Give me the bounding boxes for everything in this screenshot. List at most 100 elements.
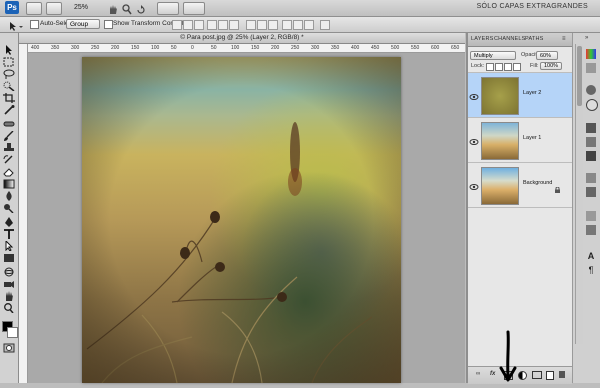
show-transform-checkbox[interactable] — [104, 20, 113, 29]
document-photo[interactable] — [82, 57, 401, 383]
brush-tool-icon[interactable] — [3, 131, 15, 141]
auto-select-checkbox[interactable] — [30, 20, 39, 29]
pen-tool-icon[interactable] — [3, 217, 15, 227]
actions-panel-icon[interactable] — [586, 187, 596, 197]
adjustment-layer-icon[interactable] — [518, 371, 527, 380]
eye-icon[interactable] — [469, 89, 479, 100]
paragraph-panel-icon[interactable]: ¶ — [586, 265, 596, 275]
healing-brush-tool-icon[interactable] — [3, 119, 15, 129]
quick-selection-tool-icon[interactable] — [3, 81, 15, 91]
auto-select-dropdown[interactable]: Group — [66, 19, 100, 29]
eyedropper-tool-icon[interactable] — [3, 105, 15, 115]
shape-tool-icon[interactable] — [3, 253, 15, 263]
zoom-tool-icon[interactable] — [3, 303, 15, 313]
crop-tool-icon[interactable] — [3, 93, 15, 103]
align-vcenter-icon[interactable] — [183, 20, 193, 30]
eye-icon[interactable] — [469, 134, 479, 145]
background-color-swatch[interactable] — [7, 327, 18, 338]
layer-name[interactable]: Background — [523, 180, 552, 186]
arrange-documents-icon[interactable] — [157, 2, 179, 15]
lock-transparency-icon[interactable] — [486, 63, 494, 71]
layers-panel-icon[interactable] — [586, 123, 596, 133]
align-left-icon[interactable] — [207, 20, 217, 30]
3d-camera-tool-icon[interactable] — [3, 279, 15, 289]
layer-name[interactable]: Layer 1 — [523, 135, 541, 141]
brush-panel-icon[interactable] — [586, 211, 596, 221]
dock-collapse-icon[interactable]: » — [585, 35, 588, 41]
lock-all-icon[interactable] — [513, 63, 521, 71]
tab-paths[interactable]: PATHS — [525, 36, 544, 42]
layer-name[interactable]: Layer 2 — [523, 90, 541, 96]
lock-position-icon[interactable] — [504, 63, 512, 71]
blend-mode-select[interactable]: Multiply — [470, 51, 516, 60]
path-selection-tool-icon[interactable] — [3, 241, 15, 251]
fill-field[interactable]: 100% — [540, 62, 562, 70]
move-tool-preset-icon[interactable] — [8, 19, 24, 31]
distribute-left-icon[interactable] — [282, 20, 292, 30]
tab-channels[interactable]: CHANNELS — [494, 36, 526, 42]
fill-label: Fill: — [530, 63, 539, 69]
clone-source-panel-icon[interactable] — [586, 225, 596, 235]
layer-style-icon[interactable]: fx — [490, 371, 498, 379]
distribute-top-icon[interactable] — [246, 20, 256, 30]
link-layers-icon[interactable]: ∞ — [476, 371, 484, 379]
dodge-tool-icon[interactable] — [3, 203, 15, 213]
zoom-level-select[interactable]: 25% — [74, 1, 100, 14]
masks-panel-icon[interactable] — [586, 99, 598, 111]
ruler-tick-label: 600 — [431, 45, 440, 51]
new-group-icon[interactable] — [532, 371, 542, 379]
ruler-tick-label: 400 — [351, 45, 360, 51]
scrollbar-thumb[interactable] — [577, 46, 582, 106]
layer-row-layer-1[interactable]: Layer 1 — [468, 118, 572, 163]
3d-rotate-tool-icon[interactable] — [3, 267, 15, 277]
swatches-panel-icon[interactable] — [586, 63, 596, 73]
align-hcenter-icon[interactable] — [218, 20, 228, 30]
layer-row-layer-2[interactable]: Layer 2 — [468, 73, 572, 118]
gradient-tool-icon[interactable] — [3, 179, 15, 189]
bridge-icon[interactable] — [26, 2, 42, 15]
rotate-view-icon[interactable] — [136, 2, 146, 14]
hand-tool-icon[interactable] — [3, 291, 15, 301]
align-top-icon[interactable] — [172, 20, 182, 30]
mini-bridge-icon[interactable] — [46, 2, 62, 15]
marquee-tool-icon[interactable] — [3, 57, 15, 67]
color-panel-icon[interactable] — [586, 49, 596, 59]
quick-mask-icon[interactable] — [3, 343, 15, 353]
clone-stamp-tool-icon[interactable] — [3, 143, 15, 153]
history-panel-icon[interactable] — [586, 173, 596, 183]
adjustments-panel-icon[interactable] — [586, 85, 596, 95]
blur-tool-icon[interactable] — [3, 191, 15, 201]
workspace-switcher[interactable]: SÓLO CAPAS EXTRAGRANDES — [477, 3, 588, 10]
zoom-tool-icon[interactable] — [122, 2, 132, 15]
opacity-field[interactable]: 60% — [536, 51, 558, 60]
channels-panel-icon[interactable] — [586, 137, 596, 147]
distribute-right-icon[interactable] — [304, 20, 314, 30]
align-bottom-icon[interactable] — [194, 20, 204, 30]
tab-layers[interactable]: LAYERS — [471, 36, 494, 42]
character-panel-icon[interactable]: A — [586, 251, 596, 261]
lock-pixels-icon[interactable] — [495, 63, 503, 71]
history-brush-tool-icon[interactable] — [3, 155, 15, 165]
align-right-icon[interactable] — [229, 20, 239, 30]
move-tool-icon[interactable] — [3, 45, 15, 55]
eraser-tool-icon[interactable] — [3, 167, 15, 177]
screen-mode-icon[interactable] — [183, 2, 205, 15]
panel-menu-icon[interactable]: ≡ — [562, 36, 566, 42]
distribute-bottom-icon[interactable] — [268, 20, 278, 30]
layer-thumbnail — [481, 77, 519, 115]
layers-scrollbar[interactable] — [575, 44, 583, 344]
ruler-tick-label: 300 — [71, 45, 80, 51]
eye-icon[interactable] — [469, 179, 479, 190]
paths-panel-icon[interactable] — [586, 151, 596, 161]
ruler-tick-label: 200 — [111, 45, 120, 51]
lasso-tool-icon[interactable] — [3, 69, 15, 79]
new-layer-icon[interactable] — [546, 371, 554, 380]
trash-icon[interactable] — [559, 371, 565, 378]
hand-tool-icon[interactable] — [108, 2, 118, 14]
distribute-hcenter-icon[interactable] — [293, 20, 303, 30]
document-tab[interactable]: © Para post.jpg @ 25% (Layer 2, RGB/8) * — [19, 33, 465, 44]
type-tool-icon[interactable] — [3, 229, 15, 239]
layer-row-background[interactable]: Background — [468, 163, 572, 208]
distribute-vcenter-icon[interactable] — [257, 20, 267, 30]
auto-align-layers-icon[interactable] — [320, 20, 330, 30]
